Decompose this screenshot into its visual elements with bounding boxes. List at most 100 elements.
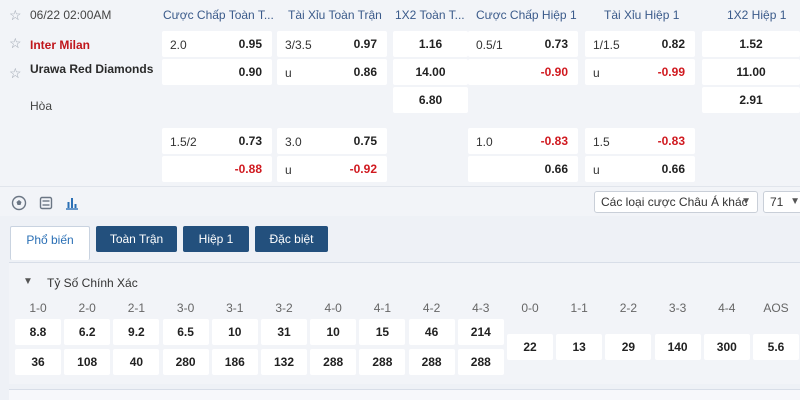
odds-cell[interactable]: 1.0 -0.83: [468, 128, 578, 154]
odds-cell[interactable]: u 0.86: [277, 59, 387, 85]
odds-value: -0.83: [657, 134, 685, 148]
score-odds-cell[interactable]: 10: [310, 319, 357, 345]
odds-cell[interactable]: 1.16: [393, 31, 468, 57]
score-label: 2-0: [78, 301, 96, 315]
odds-value: 1.16: [418, 37, 443, 51]
score-odds-cell[interactable]: 186: [211, 349, 258, 375]
odds-cell[interactable]: 3/3.5 0.97: [277, 31, 387, 57]
score-odds-cell[interactable]: 8.8: [15, 319, 61, 345]
star-icon[interactable]: ☆: [9, 8, 22, 22]
score-odds-cell[interactable]: 6.5: [162, 319, 209, 345]
odds-value: -0.92: [349, 162, 377, 176]
score-odds-cell[interactable]: 31: [261, 319, 307, 345]
odds-value: 0.86: [353, 65, 377, 79]
list-icon[interactable]: [38, 195, 54, 211]
star-icon[interactable]: ☆: [9, 36, 22, 50]
handicap-line: 1.0: [476, 135, 493, 149]
score-odds-cell[interactable]: 6.2: [64, 319, 111, 345]
score-odds-cell[interactable]: 288: [310, 349, 357, 375]
chevron-down-icon: ▼: [741, 196, 751, 207]
panel-title: Tỷ Số Chính Xác: [47, 276, 138, 290]
odds-cell[interactable]: 1/1.5 0.82: [585, 31, 695, 57]
score-label: 4-4: [718, 301, 736, 315]
score-odds-cell[interactable]: 280: [162, 349, 209, 375]
bet-type-select[interactable]: Các loại cược Châu Á khác ▼: [594, 191, 758, 213]
score-odds-cell[interactable]: 10: [211, 319, 258, 345]
score-label: 3-1: [226, 301, 244, 315]
odds-cell[interactable]: 0.66: [468, 156, 578, 182]
score-label: 4-2: [422, 301, 441, 315]
odds-cell[interactable]: 6.80: [393, 87, 468, 113]
score-odds-cell[interactable]: 140: [654, 334, 701, 360]
tab-first-half[interactable]: Hiệp 1: [183, 226, 249, 252]
match-time: 06/22 02:00AM: [30, 8, 112, 22]
odds-value: 0.73: [238, 134, 262, 148]
odds-value: 2.91: [739, 93, 763, 107]
odds-cell[interactable]: 1.5 -0.83: [585, 128, 695, 154]
score-label: 0-0: [521, 301, 539, 315]
odds-value: 1.52: [739, 37, 763, 51]
header-overunder-h1: Tài Xỉu Hiệp 1: [604, 8, 680, 22]
header-1x2-h1: 1X2 Hiệp 1: [727, 8, 787, 22]
odds-value: -0.99: [657, 65, 685, 79]
odds-value: 6.80: [418, 93, 443, 107]
score-odds-cell[interactable]: 5.6: [753, 334, 799, 360]
score-label: 2-1: [127, 301, 146, 315]
header-handicap-h1: Cược Chấp Hiệp 1: [476, 8, 577, 22]
score-odds-cell[interactable]: 36: [15, 349, 61, 375]
under-label: u: [593, 66, 600, 80]
odds-cell[interactable]: 2.0 0.95: [162, 31, 272, 57]
under-label: u: [285, 66, 292, 80]
odds-cell[interactable]: 3.0 0.75: [277, 128, 387, 154]
stats-icon[interactable]: [64, 195, 80, 211]
score-odds-cell[interactable]: 288: [359, 349, 406, 375]
odds-cell[interactable]: 1.5/2 0.73: [162, 128, 272, 154]
tab-special[interactable]: Đặc biệt: [255, 226, 328, 252]
score-odds-cell[interactable]: 29: [605, 334, 652, 360]
total-line: 3.0: [285, 135, 302, 149]
handicap-line: 1.5/2: [170, 135, 197, 149]
odds-value: 0.95: [238, 37, 262, 51]
odds-cell[interactable]: u -0.99: [585, 59, 695, 85]
tab-full-match[interactable]: Toàn Trận: [96, 226, 177, 252]
score-odds-cell[interactable]: 15: [359, 319, 406, 345]
score-label: 3-0: [176, 301, 195, 315]
score-odds-cell[interactable]: 40: [113, 349, 160, 375]
score-odds-cell[interactable]: 22: [507, 334, 553, 360]
header-handicap-ft: Cược Chấp Toàn T...: [163, 8, 273, 22]
score-odds-cell[interactable]: 288: [408, 349, 455, 375]
chevron-down-icon[interactable]: ▼: [23, 276, 33, 287]
score-odds-cell[interactable]: 108: [64, 349, 111, 375]
score-odds-cell[interactable]: 13: [556, 334, 603, 360]
score-label: 4-3: [472, 301, 490, 315]
odds-cell[interactable]: 14.00: [393, 59, 468, 85]
count-value: 71: [770, 195, 784, 209]
score-odds-cell[interactable]: 214: [457, 319, 504, 345]
count-select[interactable]: 71 ▼: [763, 191, 800, 213]
odds-value: 11.00: [736, 65, 766, 79]
handicap-line: 0.5/1: [476, 38, 503, 52]
odds-cell[interactable]: u 0.66: [585, 156, 695, 182]
next-panel: [9, 389, 800, 400]
soccer-ball-icon[interactable]: [11, 195, 27, 211]
score-odds-cell[interactable]: 46: [408, 319, 455, 345]
odds-cell[interactable]: -0.90: [468, 59, 578, 85]
market-tabs: Phổ biến Toàn Trận Hiệp 1 Đặc biệt: [0, 216, 800, 262]
score-odds-cell[interactable]: 300: [703, 334, 750, 360]
chevron-down-icon: ▼: [790, 196, 800, 207]
odds-value: 0.66: [661, 162, 685, 176]
odds-cell[interactable]: 1.52: [702, 31, 800, 57]
odds-cell[interactable]: 11.00: [702, 59, 800, 85]
odds-cell[interactable]: 0.5/1 0.73: [468, 31, 578, 57]
odds-cell[interactable]: -0.88: [162, 156, 272, 182]
score-odds-cell[interactable]: 9.2: [113, 319, 160, 345]
odds-cell[interactable]: 2.91: [702, 87, 800, 113]
score-label: 4-0: [324, 301, 342, 315]
score-odds-cell[interactable]: 288: [457, 349, 504, 375]
odds-value: 0.82: [661, 37, 685, 51]
odds-cell[interactable]: u -0.92: [277, 156, 387, 182]
odds-cell[interactable]: 0.90: [162, 59, 272, 85]
score-odds-cell[interactable]: 132: [261, 349, 307, 375]
star-icon[interactable]: ☆: [9, 66, 22, 80]
tab-popular[interactable]: Phổ biến: [10, 226, 90, 260]
